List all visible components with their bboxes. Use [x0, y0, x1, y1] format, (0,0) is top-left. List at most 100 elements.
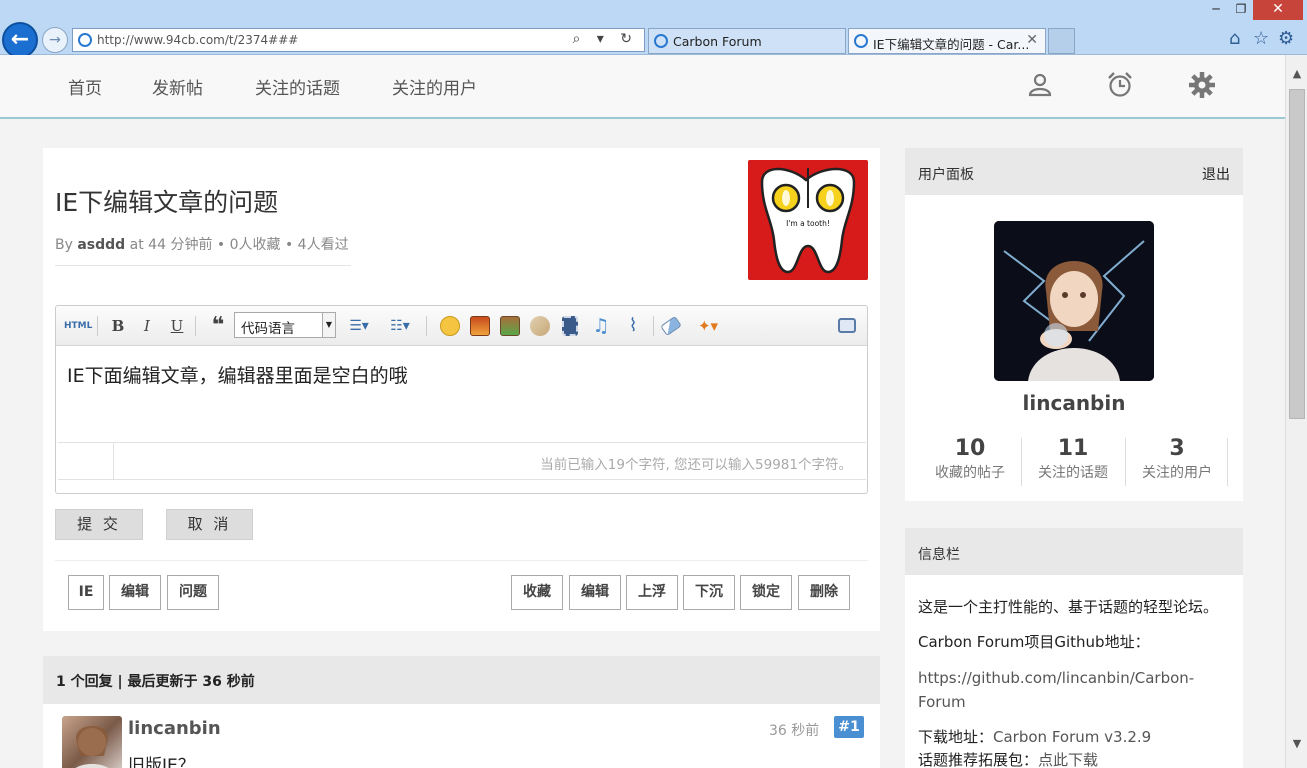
alarm-clock-icon[interactable]	[1106, 71, 1134, 99]
post-author-link[interactable]: asddd	[77, 237, 125, 253]
code-language-value: 代码语言	[241, 321, 295, 337]
scrollbar-thumb[interactable]	[1289, 89, 1305, 419]
nav-followed-topics[interactable]: 关注的话题	[255, 74, 340, 99]
download-link[interactable]: Carbon Forum v3.2.9	[993, 728, 1151, 746]
music-icon[interactable]: ♫	[590, 316, 612, 336]
tag-question[interactable]: 问题	[167, 575, 219, 610]
edit-button[interactable]: 编辑	[569, 575, 621, 610]
attachment-icon[interactable]: ⌇	[622, 316, 644, 336]
user-avatar[interactable]	[994, 221, 1154, 381]
reply-number-badge[interactable]: #1	[834, 716, 864, 738]
preview-screen-icon[interactable]	[838, 318, 856, 333]
multi-image-icon[interactable]	[500, 316, 520, 336]
vertical-scrollbar[interactable]: ▲ ▼	[1285, 55, 1307, 768]
url-text[interactable]: http://www.94cb.com/t/2374###	[97, 33, 298, 47]
github-url[interactable]: https://github.com/lincanbin/Carbon-Foru…	[918, 669, 1194, 711]
favorite-button[interactable]: 收藏	[511, 575, 563, 610]
scrawl-icon[interactable]	[530, 316, 550, 336]
stat-followed-users[interactable]: 3 关注的用户	[1125, 436, 1229, 482]
scroll-down-arrow-icon[interactable]: ▼	[1286, 735, 1307, 753]
reply-avatar-image	[75, 726, 109, 768]
author-avatar[interactable]: I'm a tooth!	[748, 160, 868, 280]
stat-number: 10	[954, 436, 986, 461]
image-icon[interactable]	[470, 316, 490, 336]
new-tab-button[interactable]	[1048, 28, 1075, 54]
nav-followed-users[interactable]: 关注的用户	[392, 74, 477, 99]
info-download: 下载地址：Carbon Forum v3.2.9	[918, 725, 1230, 749]
scroll-up-arrow-icon[interactable]: ▲	[1286, 65, 1307, 83]
reply-text: 旧版IE？	[128, 756, 195, 768]
eraser-icon[interactable]	[660, 315, 682, 337]
nav-new-post[interactable]: 发新帖	[152, 74, 203, 99]
restore-button[interactable]: ❐	[1229, 0, 1253, 20]
search-refresh-icons[interactable]: ⌕ ▾ ↻	[573, 31, 639, 47]
unordered-list-icon[interactable]: ☷▾	[384, 316, 416, 336]
nav-home[interactable]: 首页	[68, 74, 102, 99]
favorites-star-icon[interactable]: ☆	[1253, 28, 1269, 49]
sink-button[interactable]: 下沉	[683, 575, 735, 610]
tag-edit[interactable]: 编辑	[109, 575, 161, 610]
ordered-list-icon[interactable]: ☰▾	[343, 316, 375, 336]
reply-username[interactable]: lincanbin	[128, 718, 221, 739]
close-icon[interactable]: ✕	[1026, 32, 1038, 48]
reply-item: lincanbin 36 秒前 #1 旧版IE？	[43, 704, 880, 768]
reply-avatar[interactable]	[62, 716, 122, 768]
close-window-button[interactable]: ✕	[1253, 0, 1303, 20]
meta-details: at 44 分钟前 • 0人收藏 • 4人看过	[129, 237, 349, 253]
video-icon[interactable]	[562, 316, 578, 336]
stat-divider	[1227, 438, 1228, 486]
tab-label: Carbon Forum	[673, 34, 762, 49]
toolbar-divider	[195, 316, 196, 336]
user-panel-header: 用户面板 退出	[905, 148, 1243, 195]
settings-gear-icon[interactable]	[1188, 71, 1216, 99]
user-icon[interactable]	[1026, 71, 1054, 99]
underline-button[interactable]: U	[167, 316, 187, 336]
lock-button[interactable]: 锁定	[740, 575, 792, 610]
delete-button[interactable]: 删除	[798, 575, 850, 610]
magic-wand-icon[interactable]: ✦▾	[692, 316, 724, 336]
post-title: IE下编辑文章的问题	[55, 188, 279, 217]
github-link[interactable]: https://github.com/lincanbin/Carbon-Foru…	[918, 666, 1230, 714]
submit-button[interactable]: 提 交	[55, 509, 143, 540]
info-panel-title: 信息栏	[918, 547, 960, 563]
info-pack: 话题推荐拓展包：点此下载	[918, 748, 1230, 768]
code-language-select[interactable]: 代码语言 ▼	[234, 312, 336, 338]
user-avatar-image	[994, 221, 1154, 381]
gear-icon[interactable]: ⚙	[1278, 28, 1294, 49]
tab-current-post[interactable]: IE下编辑文章的问题 - Car... ✕	[848, 28, 1046, 54]
forward-arrow-icon[interactable]: →	[42, 27, 68, 53]
pack-label: 话题推荐拓展包：	[918, 751, 1039, 768]
stat-followed-topics[interactable]: 11 关注的话题	[1021, 436, 1125, 482]
tab-carbon-forum[interactable]: Carbon Forum	[648, 28, 846, 54]
italic-button[interactable]: I	[137, 316, 157, 336]
quote-button[interactable]: ❝	[206, 315, 230, 337]
chevron-down-icon: ▼	[322, 313, 335, 337]
tag-ie[interactable]: IE	[68, 575, 104, 610]
ie-favicon-icon	[78, 33, 92, 47]
editor-content[interactable]: IE下面编辑文章，编辑器里面是空白的哦	[67, 361, 408, 388]
home-icon[interactable]: ⌂	[1229, 28, 1240, 49]
emoticon-icon[interactable]	[440, 316, 460, 336]
stat-label: 关注的用户	[1142, 465, 1212, 481]
toolbar-divider	[97, 316, 98, 336]
stat-label: 关注的话题	[1038, 465, 1108, 481]
replies-header: 1 个回复 | 最后更新于 36 秒前	[43, 656, 880, 704]
info-panel: 信息栏 这是一个主打性能的、基于话题的轻型论坛。 Carbon Forum项目G…	[905, 528, 1243, 768]
editor-footer: 当前已输入19个字符, 您还可以输入59981个字符。	[58, 442, 866, 480]
address-bar[interactable]: http://www.94cb.com/t/2374### ⌕ ▾ ↻	[72, 28, 645, 52]
username[interactable]: lincanbin	[905, 391, 1243, 415]
float-up-button[interactable]: 上浮	[626, 575, 678, 610]
tooth-avatar-image: I'm a tooth!	[760, 167, 856, 274]
bold-button[interactable]: B	[108, 316, 128, 336]
divider	[55, 560, 868, 561]
stat-favorites[interactable]: 10 收藏的帖子	[918, 436, 1022, 482]
cancel-button[interactable]: 取 消	[166, 509, 253, 540]
back-arrow-icon[interactable]: ←	[2, 22, 38, 58]
pack-link[interactable]: 点此下载	[1038, 751, 1098, 768]
minimize-button[interactable]: ─	[1203, 0, 1229, 20]
info-github-label: Carbon Forum项目Github地址：	[918, 633, 1150, 651]
html-source-button[interactable]: HTML	[64, 316, 92, 336]
toolbar-divider	[653, 316, 654, 336]
logout-link[interactable]: 退出	[1202, 164, 1230, 184]
info-description: 这是一个主打性能的、基于话题的轻型论坛。	[918, 598, 1219, 616]
